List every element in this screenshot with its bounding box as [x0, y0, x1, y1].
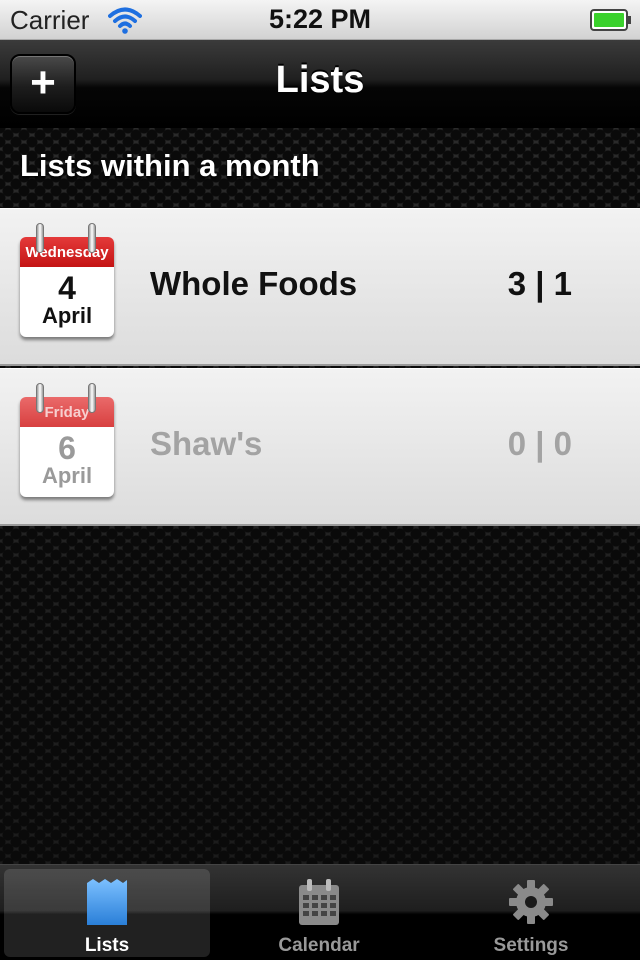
list-icon: [87, 879, 127, 925]
list-name: Whole Foods: [150, 265, 358, 302]
gear-icon: [509, 880, 553, 924]
tab-calendar[interactable]: Calendar: [216, 869, 422, 957]
section-header: Lists within a month: [20, 148, 320, 183]
calendar-icon: [299, 879, 339, 925]
calendar-ring-icon: [36, 223, 44, 253]
list-name: Shaw's: [150, 425, 263, 462]
calendar-ring-icon: [36, 383, 44, 413]
tab-bar: Lists Calendar Settings: [0, 864, 640, 960]
tab-lists[interactable]: Lists: [4, 869, 210, 957]
list-counts: 0 | 0: [507, 425, 572, 462]
list-counts: 3 | 1: [507, 265, 572, 302]
calendar-day: 4: [58, 270, 76, 306]
page-title: Lists: [275, 59, 365, 101]
list-item-whole-foods[interactable]: Wednesday 4 April Whole Foods 3 | 1: [0, 208, 640, 366]
battery-icon: [590, 9, 631, 31]
calendar-weekday: Friday: [20, 397, 114, 427]
calendar-month: April: [41, 303, 93, 328]
tab-settings[interactable]: Settings: [428, 869, 634, 957]
calendar-ring-icon: [88, 223, 96, 253]
calendar-date-icon: Friday 6 April: [20, 383, 114, 497]
tab-label: Calendar: [278, 935, 360, 956]
calendar-weekday: Wednesday: [20, 237, 114, 267]
calendar-month: April: [41, 463, 93, 488]
calendar-date-icon: Wednesday 4 April: [20, 223, 114, 337]
calendar-day: 6: [58, 430, 76, 466]
list-item-shaws[interactable]: Friday 6 April Shaw's 0 | 0: [0, 368, 640, 526]
status-time: 5:22 PM: [268, 4, 372, 34]
status-bar: Carrier 5:22 PM: [0, 0, 640, 40]
tab-label: Lists: [84, 935, 130, 956]
calendar-ring-icon: [88, 383, 96, 413]
tab-label: Settings: [493, 935, 569, 956]
navigation-bar: + Lists: [0, 40, 640, 128]
